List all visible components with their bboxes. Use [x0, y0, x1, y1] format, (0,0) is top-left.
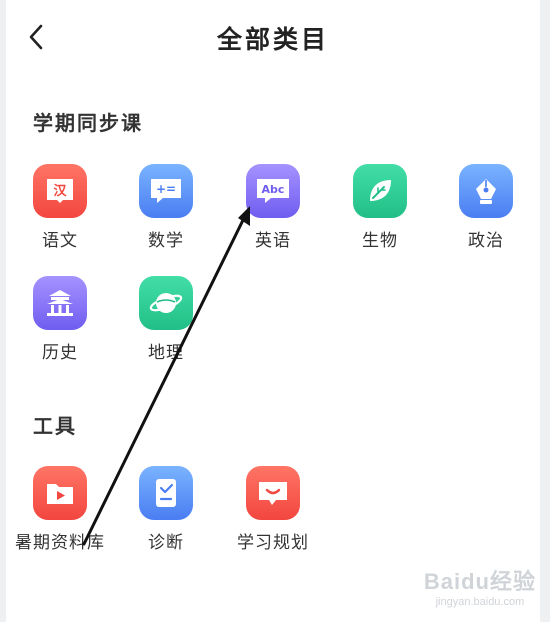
summer-library-tile [33, 466, 87, 520]
math-chat-icon: += [151, 179, 181, 203]
history-tile [33, 276, 87, 330]
category-label: 地理 [148, 343, 184, 363]
video-folder-icon [47, 484, 73, 504]
chinese-book-icon: 汉 [47, 179, 73, 203]
category-item-chinese[interactable]: 汉 语文 [10, 164, 110, 251]
category-label: 数学 [148, 231, 184, 251]
tool-label: 诊断 [148, 533, 184, 553]
category-panel: 全部类目 学期同步课 汉 语文 += 数学 Abc 英语 生物 政治 历史 地理… [6, 0, 540, 622]
section-title-semester-courses: 学期同步课 [33, 111, 143, 135]
baidu-watermark: Baidu经验 jingyan.baidu.com [424, 564, 536, 608]
category-item-geography[interactable]: 地理 [116, 276, 216, 363]
watermark-site: jingyan.baidu.com [435, 596, 525, 608]
english-glyph: Abc [262, 183, 285, 196]
category-item-politics[interactable]: 政治 [436, 164, 536, 251]
page-title: 全部类目 [216, 25, 329, 54]
smile-chat-icon [259, 482, 287, 505]
tool-item-diagnosis[interactable]: 诊断 [116, 466, 216, 553]
math-tile: += [139, 164, 193, 218]
tool-label: 学习规划 [237, 533, 309, 553]
category-item-history[interactable]: 历史 [10, 276, 110, 363]
pen-nib-icon [476, 179, 496, 204]
geography-tile [139, 276, 193, 330]
chinese-tile: 汉 [33, 164, 87, 218]
tool-item-study-plan[interactable]: 学习规划 [223, 466, 323, 553]
tool-item-summer-library[interactable]: 暑期资料库 [10, 466, 110, 553]
study-plan-tile [246, 466, 300, 520]
english-chat-icon: Abc [257, 179, 289, 203]
temple-icon [47, 290, 73, 316]
category-item-english[interactable]: Abc 英语 [223, 164, 323, 251]
section-title-tools: 工具 [33, 414, 77, 438]
category-label: 历史 [42, 343, 78, 363]
watermark-brand: Baidu经验 [423, 569, 536, 594]
leaf-icon [370, 180, 391, 201]
category-label: 英语 [255, 231, 291, 251]
category-label: 生物 [362, 231, 398, 251]
politics-tile [459, 164, 513, 218]
category-label: 语文 [42, 231, 78, 251]
category-item-math[interactable]: += 数学 [116, 164, 216, 251]
english-tile: Abc [246, 164, 300, 218]
category-label: 政治 [468, 231, 504, 251]
top-bar: 全部类目 [6, 0, 540, 70]
planet-icon [149, 293, 183, 313]
checklist-icon [156, 479, 176, 507]
math-glyph: += [156, 182, 176, 196]
tool-label: 暑期资料库 [15, 533, 105, 553]
category-item-biology[interactable]: 生物 [330, 164, 430, 251]
biology-tile [353, 164, 407, 218]
chinese-glyph: 汉 [53, 183, 67, 199]
diagnosis-tile [139, 466, 193, 520]
